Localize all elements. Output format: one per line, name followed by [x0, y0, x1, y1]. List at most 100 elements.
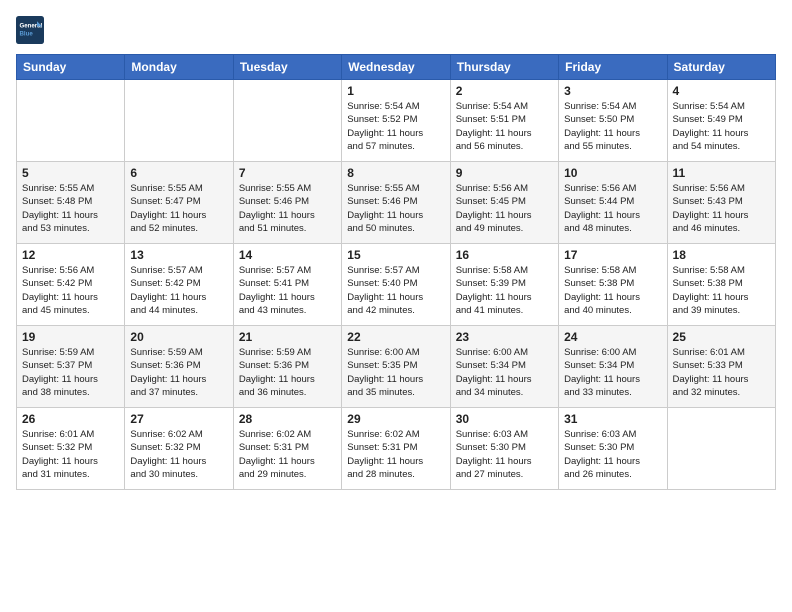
day-info: Sunrise: 6:01 AM Sunset: 5:32 PM Dayligh…: [22, 428, 119, 481]
day-number: 22: [347, 330, 444, 344]
day-info: Sunrise: 5:56 AM Sunset: 5:43 PM Dayligh…: [673, 182, 770, 235]
calendar-table: SundayMondayTuesdayWednesdayThursdayFrid…: [16, 54, 776, 490]
calendar-cell: 14 Sunrise: 5:57 AM Sunset: 5:41 PM Dayli…: [233, 244, 341, 326]
calendar-cell: [17, 80, 125, 162]
calendar-cell: 23Sunrise: 6:00 AM Sunset: 5:34 PM Dayli…: [450, 326, 558, 408]
calendar-cell: [667, 408, 775, 490]
day-info: Sunrise: 5:58 AM Sunset: 5:39 PM Dayligh…: [456, 264, 553, 317]
day-number: 8: [347, 166, 444, 180]
calendar-cell: 2 Sunrise: 5:54 AM Sunset: 5:51 PM Daylig…: [450, 80, 558, 162]
calendar-cell: 5 Sunrise: 5:55 AM Sunset: 5:48 PM Daylig…: [17, 162, 125, 244]
calendar-cell: 30Sunrise: 6:03 AM Sunset: 5:30 PM Dayli…: [450, 408, 558, 490]
day-number: 27: [130, 412, 227, 426]
day-info: Sunrise: 5:56 AM Sunset: 5:45 PM Dayligh…: [456, 182, 553, 235]
calendar-cell: 28Sunrise: 6:02 AM Sunset: 5:31 PM Dayli…: [233, 408, 341, 490]
calendar-cell: 21 Sunrise: 5:59 AM Sunset: 5:36 PM Dayli…: [233, 326, 341, 408]
day-number: 4: [673, 84, 770, 98]
calendar-cell: 6Sunrise: 5:55 AM Sunset: 5:47 PM Daylig…: [125, 162, 233, 244]
day-info: Sunrise: 5:57 AM Sunset: 5:42 PM Dayligh…: [130, 264, 227, 317]
calendar-cell: [233, 80, 341, 162]
day-info: Sunrise: 6:03 AM Sunset: 5:30 PM Dayligh…: [456, 428, 553, 481]
day-info: Sunrise: 5:59 AM Sunset: 5:36 PM Dayligh…: [130, 346, 227, 399]
day-number: 5: [22, 166, 119, 180]
calendar-cell: 19 Sunrise: 5:59 AM Sunset: 5:37 PM Dayli…: [17, 326, 125, 408]
calendar-cell: 1 Sunrise: 5:54 AM Sunset: 5:52 PM Daylig…: [342, 80, 450, 162]
day-info: Sunrise: 5:55 AM Sunset: 5:48 PM Dayligh…: [22, 182, 119, 235]
calendar-week-row: 12 Sunrise: 5:56 AM Sunset: 5:42 PM Dayli…: [17, 244, 776, 326]
calendar-cell: 22 Sunrise: 6:00 AM Sunset: 5:35 PM Dayli…: [342, 326, 450, 408]
day-info: Sunrise: 5:55 AM Sunset: 5:46 PM Dayligh…: [239, 182, 336, 235]
calendar-header-row: SundayMondayTuesdayWednesdayThursdayFrid…: [17, 55, 776, 80]
day-info: Sunrise: 6:01 AM Sunset: 5:33 PM Dayligh…: [673, 346, 770, 399]
calendar-cell: 17 Sunrise: 5:58 AM Sunset: 5:38 PM Dayli…: [559, 244, 667, 326]
day-number: 12: [22, 248, 119, 262]
logo: General Blue: [16, 16, 48, 44]
day-number: 3: [564, 84, 661, 98]
calendar-cell: 4 Sunrise: 5:54 AM Sunset: 5:49 PM Daylig…: [667, 80, 775, 162]
day-number: 15: [347, 248, 444, 262]
calendar-week-row: 1 Sunrise: 5:54 AM Sunset: 5:52 PM Daylig…: [17, 80, 776, 162]
day-info: Sunrise: 6:03 AM Sunset: 5:30 PM Dayligh…: [564, 428, 661, 481]
header-sunday: Sunday: [17, 55, 125, 80]
day-info: Sunrise: 6:00 AM Sunset: 5:34 PM Dayligh…: [564, 346, 661, 399]
day-info: Sunrise: 5:54 AM Sunset: 5:52 PM Dayligh…: [347, 100, 444, 153]
day-number: 23: [456, 330, 553, 344]
calendar-cell: 10Sunrise: 5:56 AM Sunset: 5:44 PM Dayli…: [559, 162, 667, 244]
calendar-cell: 24 Sunrise: 6:00 AM Sunset: 5:34 PM Dayli…: [559, 326, 667, 408]
day-info: Sunrise: 5:54 AM Sunset: 5:49 PM Dayligh…: [673, 100, 770, 153]
day-number: 13: [130, 248, 227, 262]
calendar-cell: 25 Sunrise: 6:01 AM Sunset: 5:33 PM Dayli…: [667, 326, 775, 408]
day-number: 7: [239, 166, 336, 180]
day-number: 2: [456, 84, 553, 98]
calendar-cell: 18Sunrise: 5:58 AM Sunset: 5:38 PM Dayli…: [667, 244, 775, 326]
day-info: Sunrise: 5:55 AM Sunset: 5:46 PM Dayligh…: [347, 182, 444, 235]
calendar-cell: 29Sunrise: 6:02 AM Sunset: 5:31 PM Dayli…: [342, 408, 450, 490]
day-number: 26: [22, 412, 119, 426]
calendar-cell: 9 Sunrise: 5:56 AM Sunset: 5:45 PM Daylig…: [450, 162, 558, 244]
day-number: 16: [456, 248, 553, 262]
calendar-cell: 11 Sunrise: 5:56 AM Sunset: 5:43 PM Dayli…: [667, 162, 775, 244]
day-info: Sunrise: 5:58 AM Sunset: 5:38 PM Dayligh…: [673, 264, 770, 317]
day-info: Sunrise: 5:58 AM Sunset: 5:38 PM Dayligh…: [564, 264, 661, 317]
day-number: 9: [456, 166, 553, 180]
calendar-week-row: 5 Sunrise: 5:55 AM Sunset: 5:48 PM Daylig…: [17, 162, 776, 244]
day-info: Sunrise: 6:00 AM Sunset: 5:35 PM Dayligh…: [347, 346, 444, 399]
day-number: 24: [564, 330, 661, 344]
day-number: 10: [564, 166, 661, 180]
calendar-cell: 27 Sunrise: 6:02 AM Sunset: 5:32 PM Dayli…: [125, 408, 233, 490]
day-info: Sunrise: 5:56 AM Sunset: 5:42 PM Dayligh…: [22, 264, 119, 317]
day-info: Sunrise: 5:59 AM Sunset: 5:36 PM Dayligh…: [239, 346, 336, 399]
day-number: 20: [130, 330, 227, 344]
calendar-week-row: 19 Sunrise: 5:59 AM Sunset: 5:37 PM Dayli…: [17, 326, 776, 408]
day-info: Sunrise: 6:02 AM Sunset: 5:32 PM Dayligh…: [130, 428, 227, 481]
header-thursday: Thursday: [450, 55, 558, 80]
calendar-cell: 31Sunrise: 6:03 AM Sunset: 5:30 PM Dayli…: [559, 408, 667, 490]
day-info: Sunrise: 5:54 AM Sunset: 5:51 PM Dayligh…: [456, 100, 553, 153]
calendar-cell: 26 Sunrise: 6:01 AM Sunset: 5:32 PM Dayli…: [17, 408, 125, 490]
calendar-cell: [125, 80, 233, 162]
calendar-cell: 7 Sunrise: 5:55 AM Sunset: 5:46 PM Daylig…: [233, 162, 341, 244]
header-tuesday: Tuesday: [233, 55, 341, 80]
calendar-cell: 13 Sunrise: 5:57 AM Sunset: 5:42 PM Dayli…: [125, 244, 233, 326]
calendar-cell: 12 Sunrise: 5:56 AM Sunset: 5:42 PM Dayli…: [17, 244, 125, 326]
day-info: Sunrise: 6:02 AM Sunset: 5:31 PM Dayligh…: [239, 428, 336, 481]
day-number: 14: [239, 248, 336, 262]
day-number: 19: [22, 330, 119, 344]
header-saturday: Saturday: [667, 55, 775, 80]
day-number: 25: [673, 330, 770, 344]
day-number: 11: [673, 166, 770, 180]
day-number: 1: [347, 84, 444, 98]
day-info: Sunrise: 5:59 AM Sunset: 5:37 PM Dayligh…: [22, 346, 119, 399]
page-header: General Blue: [16, 16, 776, 44]
day-info: Sunrise: 6:02 AM Sunset: 5:31 PM Dayligh…: [347, 428, 444, 481]
calendar-cell: 3Sunrise: 5:54 AM Sunset: 5:50 PM Daylig…: [559, 80, 667, 162]
day-number: 17: [564, 248, 661, 262]
day-info: Sunrise: 5:57 AM Sunset: 5:41 PM Dayligh…: [239, 264, 336, 317]
header-monday: Monday: [125, 55, 233, 80]
calendar-cell: 20 Sunrise: 5:59 AM Sunset: 5:36 PM Dayli…: [125, 326, 233, 408]
day-number: 21: [239, 330, 336, 344]
header-wednesday: Wednesday: [342, 55, 450, 80]
day-info: Sunrise: 5:57 AM Sunset: 5:40 PM Dayligh…: [347, 264, 444, 317]
header-friday: Friday: [559, 55, 667, 80]
calendar-cell: 16 Sunrise: 5:58 AM Sunset: 5:39 PM Dayli…: [450, 244, 558, 326]
